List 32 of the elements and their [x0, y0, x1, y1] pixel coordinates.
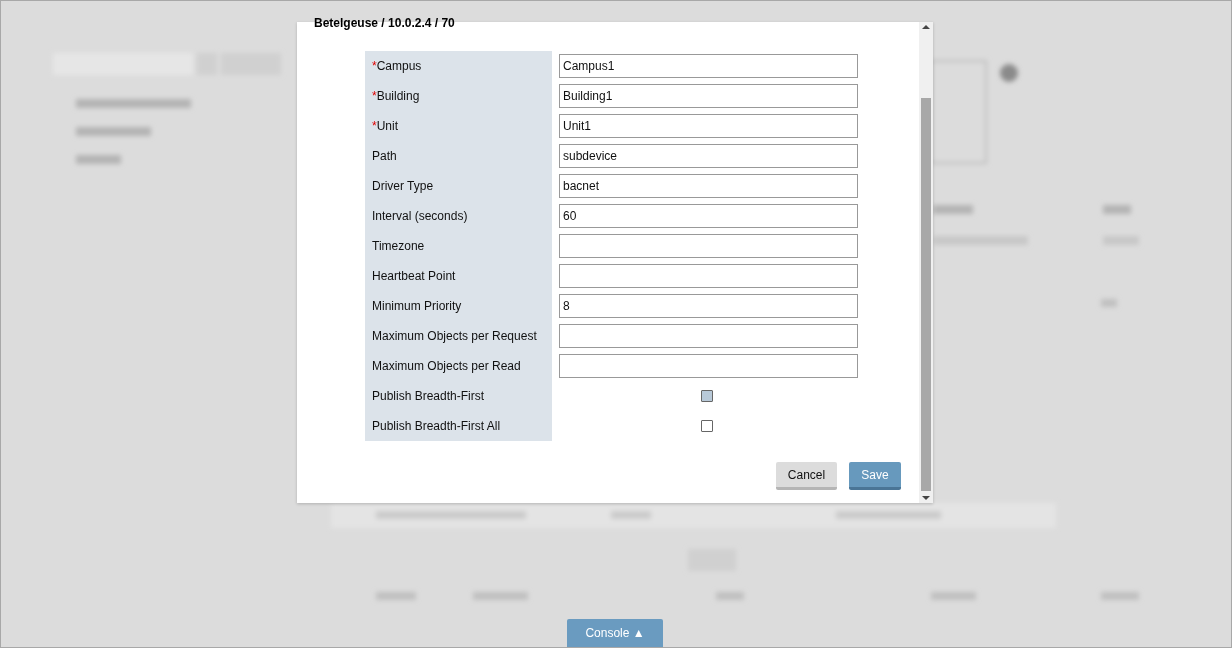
input-field[interactable]: bacnet	[559, 174, 858, 198]
dialog-title: Betelgeuse / 10.0.2.4 / 70	[314, 16, 455, 30]
field-label: Publish Breadth-First	[372, 389, 485, 403]
input-field[interactable]	[559, 354, 858, 378]
field-label: Minimum Priority	[372, 299, 462, 313]
field-label: Heartbeat Point	[372, 269, 456, 283]
field-label: Maximum Objects per Request	[372, 329, 537, 343]
field-label: Publish Breadth-First All	[372, 419, 501, 433]
input-field[interactable]	[559, 324, 858, 348]
scrollbar[interactable]	[919, 22, 933, 503]
field-label: Interval (seconds)	[372, 209, 468, 223]
required-mark: *	[372, 119, 377, 133]
input-field[interactable]: Building1	[559, 84, 858, 108]
input-field[interactable]: 8	[559, 294, 858, 318]
field-label: Path	[372, 149, 397, 163]
input-field[interactable]: Unit1	[559, 114, 858, 138]
cancel-button[interactable]: Cancel	[776, 462, 837, 490]
field-label: Driver Type	[372, 179, 434, 193]
required-mark: *	[372, 59, 377, 73]
field-label: Building	[376, 89, 420, 103]
checkbox[interactable]	[701, 420, 713, 432]
input-field[interactable]: Campus1	[559, 54, 858, 78]
input-field[interactable]	[559, 264, 858, 288]
field-label: Campus	[376, 59, 422, 73]
checkbox[interactable]	[701, 390, 713, 402]
field-label: Timezone	[372, 239, 425, 253]
field-label: Maximum Objects per Read	[372, 359, 521, 373]
input-field[interactable]: 60	[559, 204, 858, 228]
input-field[interactable]	[559, 234, 858, 258]
required-mark: *	[372, 89, 377, 103]
field-label: Unit	[376, 119, 398, 133]
input-field[interactable]: subdevice	[559, 144, 858, 168]
